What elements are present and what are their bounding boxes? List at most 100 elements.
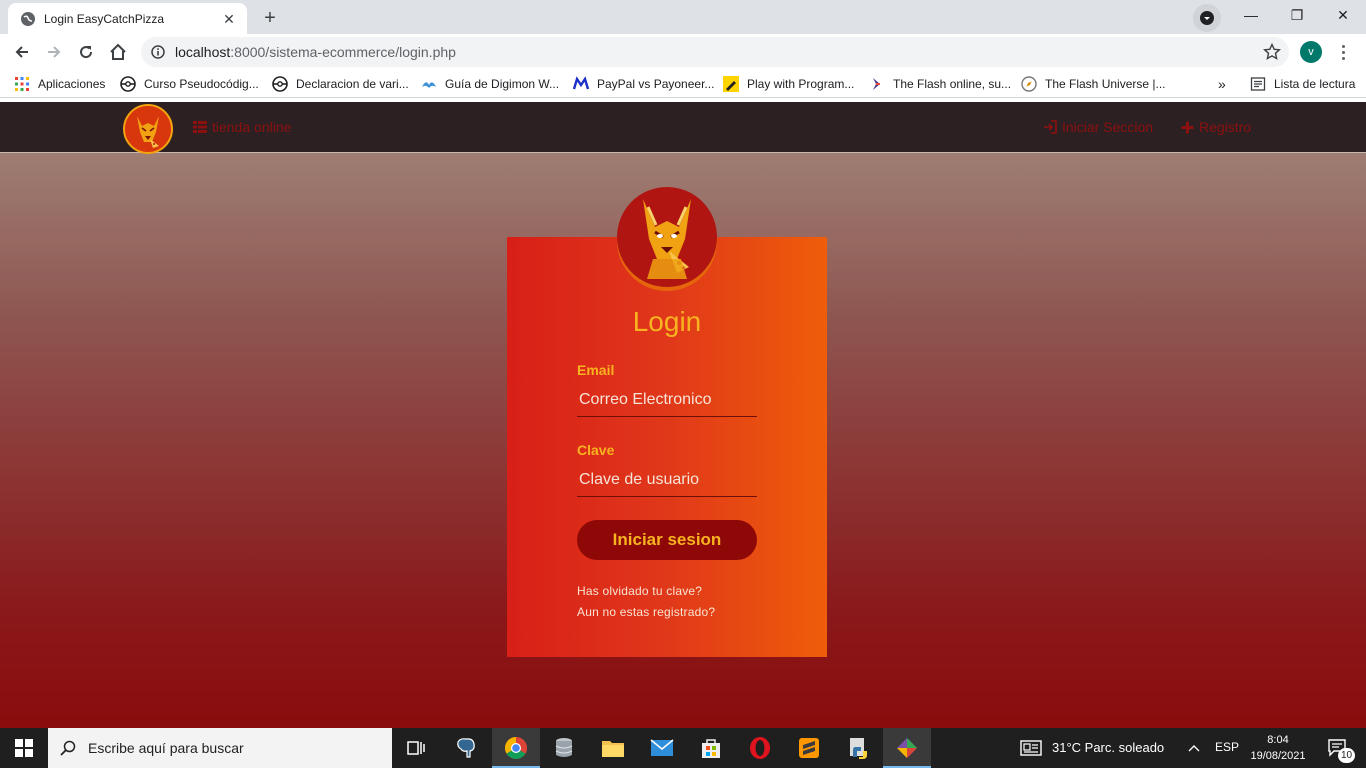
back-button[interactable] <box>7 37 37 67</box>
nav-store-label: tienda online <box>212 119 292 135</box>
arrow-left-icon <box>15 46 28 58</box>
bookmark-play-programming[interactable]: Play with Program... <box>723 74 854 94</box>
login-icon <box>1044 120 1057 134</box>
forgot-password-link[interactable]: Has olvidado tu clave? <box>577 584 702 598</box>
windows-taskbar: Escribe aquí para buscar 31°C Parc. sole… <box>0 728 1366 768</box>
nav-login-label: Iniciar Seccion <box>1062 119 1154 135</box>
password-label: Clave <box>577 442 615 458</box>
chrome-icon <box>505 737 527 759</box>
database-icon <box>555 738 573 757</box>
nav-login-link[interactable]: Iniciar Seccion <box>1043 119 1153 135</box>
clock[interactable]: 8:04 19/08/2021 <box>1244 732 1312 764</box>
chevron-up-icon <box>1188 745 1200 752</box>
reading-list-label: Lista de lectura <box>1274 77 1356 91</box>
taskbar-python-file[interactable] <box>834 728 882 768</box>
reload-button[interactable] <box>71 37 101 67</box>
minimize-button[interactable]: — <box>1228 0 1274 30</box>
pokeball-icon <box>272 76 288 92</box>
taskbar-postgres[interactable] <box>442 728 490 768</box>
reading-list-icon <box>1250 77 1266 91</box>
bookmark-flash-universe[interactable]: The Flash Universe |... <box>1021 74 1166 94</box>
start-button[interactable] <box>0 728 48 768</box>
home-button[interactable] <box>103 37 133 67</box>
url-path: :8000/sistema-ecommerce/login.php <box>230 44 456 60</box>
bookmark-curso[interactable]: Curso Pseudocódig... <box>120 74 259 94</box>
taskbar-sublime[interactable] <box>785 728 833 768</box>
brand-logo[interactable] <box>123 104 173 154</box>
password-field[interactable]: Clave de usuario <box>577 463 757 497</box>
email-field[interactable]: Correo Electronico <box>577 383 757 417</box>
tab-search-button[interactable] <box>1193 4 1221 32</box>
nav-store-link[interactable]: tienda online <box>193 119 291 135</box>
taskbar-chrome[interactable] <box>492 728 540 768</box>
bookmark-star-icon[interactable] <box>1263 43 1281 61</box>
nav-register-link[interactable]: Registro <box>1181 119 1251 135</box>
pokeball-icon <box>120 76 136 92</box>
bookmark-digimon[interactable]: Guía de Digimon W... <box>421 74 559 94</box>
opera-icon <box>750 737 770 759</box>
taskbar-opera[interactable] <box>736 728 784 768</box>
python-file-icon <box>850 738 867 759</box>
show-hidden-icons-button[interactable] <box>1182 728 1206 768</box>
taskbar-search[interactable]: Escribe aquí para buscar <box>48 728 392 768</box>
chevron-down-icon <box>1200 11 1214 25</box>
mail-icon <box>650 739 674 756</box>
bookmarks-overflow-button[interactable]: » <box>1218 74 1226 94</box>
restore-button[interactable]: ❐ <box>1274 0 1320 30</box>
taskbar-mail[interactable] <box>638 728 686 768</box>
tab-title: Login EasyCatchPizza <box>44 11 165 26</box>
bookmark-label: Aplicaciones <box>38 77 106 91</box>
notifications-button[interactable]: 10 <box>1318 728 1358 768</box>
taskbar-git[interactable] <box>883 728 931 768</box>
chihuahua-pizza-logo <box>643 199 691 279</box>
store-bag-icon <box>702 739 720 758</box>
taskbar-database[interactable] <box>540 728 588 768</box>
task-view-button[interactable] <box>392 728 440 768</box>
chihuahua-pizza-logo <box>137 116 159 148</box>
bookmark-label: Play with Program... <box>747 77 855 91</box>
info-icon[interactable] <box>151 45 165 59</box>
browser-menu-button[interactable] <box>1336 40 1350 64</box>
arrow-right-icon <box>48 46 61 58</box>
taskbar-file-explorer[interactable] <box>589 728 637 768</box>
new-tab-button[interactable]: + <box>256 5 284 33</box>
news-icon <box>1020 740 1042 756</box>
bookmark-label: PayPal vs Payoneer... <box>597 77 715 91</box>
reload-icon <box>80 46 93 59</box>
login-button[interactable]: Iniciar sesion <box>577 520 757 560</box>
m-logo-icon <box>573 76 589 90</box>
nav-register-label: Registro <box>1199 119 1252 135</box>
bookmarks-bar: Aplicaciones Curso Pseudocódig... Declar… <box>0 70 1366 98</box>
profile-avatar[interactable]: v <box>1300 41 1322 63</box>
register-link[interactable]: Aun no estas registrado? <box>577 605 715 619</box>
forward-button[interactable] <box>39 37 69 67</box>
bookmark-declaracion[interactable]: Declaracion de vari... <box>272 74 409 94</box>
close-tab-icon[interactable]: ✕ <box>221 11 237 27</box>
search-placeholder: Escribe aquí para buscar <box>88 740 244 756</box>
plus-icon <box>1181 121 1194 133</box>
taskbar-store[interactable] <box>687 728 735 768</box>
url-text: localhost:8000/sistema-ecommerce/login.p… <box>175 44 456 60</box>
postgres-elephant-icon <box>457 738 475 758</box>
bookmark-aplicaciones[interactable]: Aplicaciones <box>14 74 105 94</box>
bookmark-flash-online[interactable]: The Flash online, su... <box>869 74 1011 94</box>
page-viewport: tienda online Iniciar Seccion Registro L… <box>0 102 1366 728</box>
search-icon <box>60 740 76 756</box>
bookmark-label: Curso Pseudocódig... <box>144 77 259 91</box>
home-icon <box>110 43 126 60</box>
pencil-icon <box>723 76 739 92</box>
reading-list-button[interactable]: Lista de lectura <box>1250 74 1355 94</box>
close-window-button[interactable]: ✕ <box>1320 0 1366 30</box>
address-bar[interactable]: localhost:8000/sistema-ecommerce/login.p… <box>141 37 1289 67</box>
task-view-icon <box>407 741 425 755</box>
windows-logo-icon <box>15 739 33 757</box>
language-indicator[interactable]: ESP <box>1215 740 1239 754</box>
bookmark-paypal[interactable]: PayPal vs Payoneer... <box>573 74 714 94</box>
weather-text[interactable]: 31°C Parc. soleado <box>1052 740 1164 755</box>
bookmark-label: Guía de Digimon W... <box>445 77 560 91</box>
git-gui-icon <box>897 738 917 758</box>
browser-tab[interactable]: Login EasyCatchPizza ✕ <box>8 3 247 34</box>
site-navbar: tienda online Iniciar Seccion Registro <box>0 102 1366 154</box>
login-logo <box>617 187 717 287</box>
news-widget-button[interactable] <box>1014 728 1048 768</box>
